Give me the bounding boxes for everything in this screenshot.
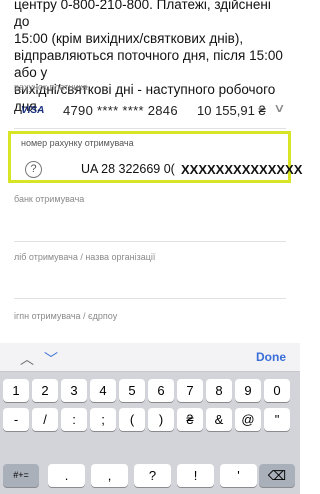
key[interactable]: ? <box>134 464 171 487</box>
key[interactable]: ₴ <box>177 408 203 431</box>
key[interactable]: , <box>91 464 128 487</box>
info-line: 15:00 (крім вихідних/святкових днів), <box>14 31 244 46</box>
key[interactable]: : <box>61 408 87 431</box>
recipient-name-field[interactable] <box>14 298 286 299</box>
recipient-account-value: UA 28 322669 0( <box>81 162 175 176</box>
key[interactable]: 4 <box>90 379 116 402</box>
keyboard-toolbar: ︿ ﹀ Done <box>0 343 300 372</box>
key[interactable]: 0 <box>264 379 290 402</box>
key[interactable]: 6 <box>148 379 174 402</box>
payment-info-text: центру 0-800-210-800. Платежі, здійснені… <box>14 0 284 115</box>
recipient-account-field[interactable]: номер рахунку отримувача ? UA 28 322669 … <box>8 131 302 183</box>
delete-key[interactable]: ⌫ <box>259 464 295 487</box>
key[interactable]: & <box>206 408 232 431</box>
key[interactable]: 1 <box>3 379 29 402</box>
key[interactable]: ; <box>90 408 116 431</box>
key[interactable]: 9 <box>235 379 261 402</box>
chevron-down-icon: ∨ <box>273 101 286 115</box>
key[interactable]: 5 <box>119 379 145 402</box>
done-button[interactable]: Done <box>256 350 286 364</box>
key[interactable]: 2 <box>32 379 58 402</box>
recipient-bank-label: банк отримувача <box>14 194 85 204</box>
numeric-keyboard: ︿ ﹀ Done 1234567890 - /:;() ₴ & @ " .,?! ' #+=… <box>0 343 300 494</box>
info-line: відправляються поточного дня, після 15:0… <box>14 48 283 80</box>
chevron-up-icon[interactable]: ︿ <box>20 349 34 369</box>
key[interactable]: " <box>264 408 290 431</box>
chevron-down-icon[interactable]: ﹀ <box>44 349 58 369</box>
key[interactable]: @ <box>235 408 261 431</box>
divider <box>14 128 286 129</box>
payer-account-selector[interactable]: VISA 4790 **** **** 2846 10 155,91 ₴ ∨ <box>14 101 286 121</box>
key[interactable]: / <box>32 408 58 431</box>
key[interactable]: ) <box>148 408 174 431</box>
key[interactable]: ( <box>119 408 145 431</box>
key[interactable]: - <box>3 408 29 431</box>
payer-account-label: рахунок платника <box>14 82 88 92</box>
key[interactable]: ' <box>220 464 257 487</box>
key[interactable]: 3 <box>61 379 87 402</box>
info-line: центру 0-800-210-800. Платежі, здійснені… <box>14 0 271 29</box>
recipient-account-masked: XXXXXXXXXXXXXX <box>181 162 303 177</box>
key[interactable]: . <box>48 464 85 487</box>
recipient-name-label: ліб отримувача / назва організації <box>14 252 156 262</box>
recipient-account-label: номер рахунку отримувача <box>21 138 134 148</box>
key[interactable]: ! <box>177 464 214 487</box>
question-circle-icon[interactable]: ? <box>25 161 42 178</box>
card-balance: 10 155,91 ₴ <box>197 103 266 118</box>
recipient-tax-id-label: ігпн отримувача / єдрпоу <box>14 311 118 321</box>
visa-logo-icon: VISA <box>21 105 45 116</box>
card-number: 4790 **** **** 2846 <box>63 103 178 118</box>
symbols-mode-key[interactable]: #+= <box>3 464 39 487</box>
recipient-bank-field[interactable] <box>14 241 286 242</box>
key[interactable]: 8 <box>206 379 232 402</box>
key[interactable]: 7 <box>177 379 203 402</box>
